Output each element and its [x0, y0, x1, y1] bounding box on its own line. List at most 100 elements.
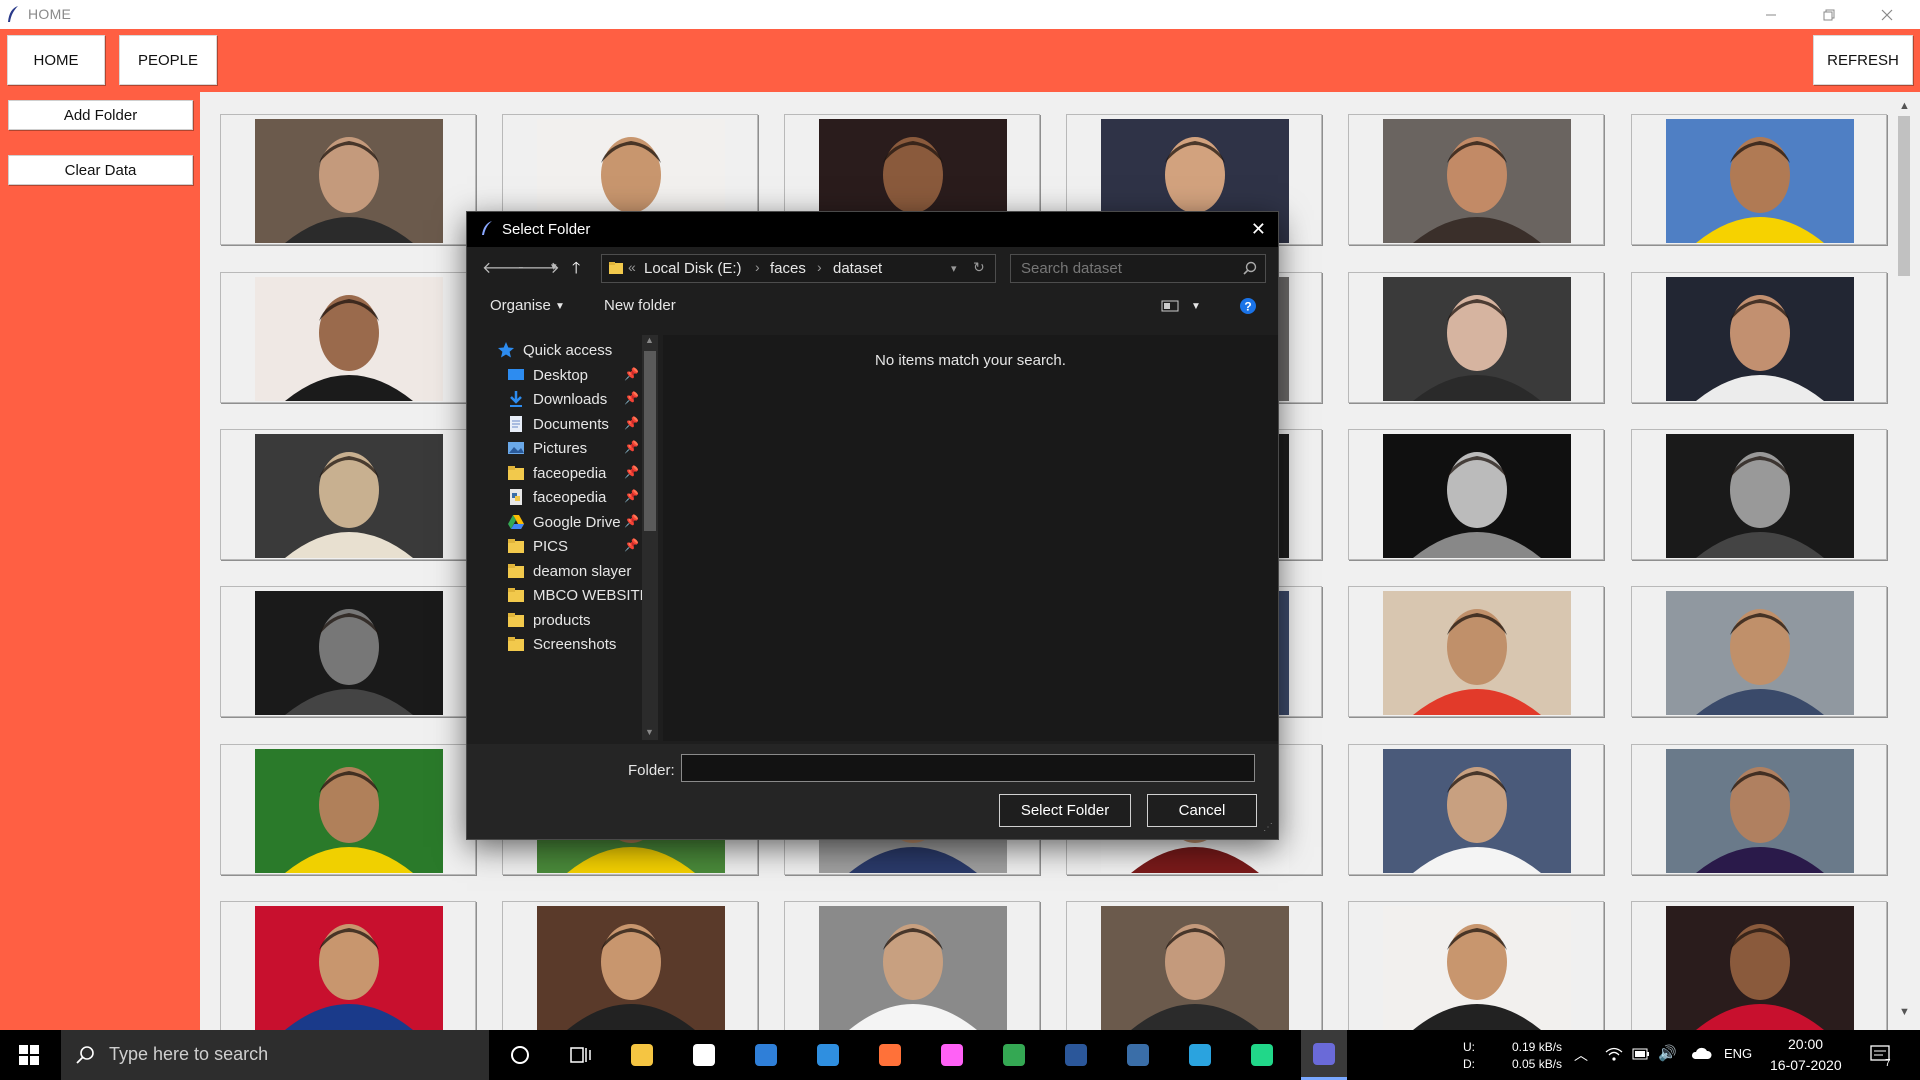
scrollbar-thumb[interactable]: [1898, 116, 1910, 276]
photo-tile[interactable]: [1348, 429, 1604, 560]
input-language[interactable]: ENG: [1724, 1046, 1752, 1061]
net-upload-speed: 0.19 kB/s: [1512, 1040, 1563, 1054]
clock-time[interactable]: 20:00: [1788, 1036, 1823, 1052]
pycharm-icon[interactable]: [1247, 1040, 1277, 1070]
photo-tile[interactable]: [1631, 586, 1887, 717]
people-button[interactable]: PEOPLE: [119, 35, 217, 85]
chrome-icon[interactable]: [999, 1040, 1029, 1070]
view-chevron-down-icon[interactable]: ▼: [1191, 301, 1201, 312]
photo-tile[interactable]: [1348, 901, 1604, 1030]
restore-icon: [1823, 9, 1835, 20]
refresh-icon[interactable]: ↻: [973, 259, 985, 276]
photo-tile[interactable]: [502, 901, 758, 1030]
firefox-icon[interactable]: [875, 1040, 905, 1070]
sandbox-icon[interactable]: [1123, 1040, 1153, 1070]
face-photo: [1383, 277, 1571, 401]
recent-chevron-down-icon[interactable]: ▾: [551, 260, 557, 273]
photo-tile[interactable]: [1631, 901, 1887, 1030]
top-nav-bar: HOME PEOPLE REFRESH: [0, 29, 1920, 92]
telegram-icon[interactable]: [1185, 1040, 1215, 1070]
adobe-xd-icon[interactable]: [937, 1040, 967, 1070]
breadcrumb-faces[interactable]: faces: [770, 260, 806, 277]
photo-tile[interactable]: [220, 114, 476, 245]
folder-icon: [609, 262, 623, 274]
breadcrumb-local-disk[interactable]: Local Disk (E:): [644, 260, 742, 277]
edge-icon[interactable]: [813, 1040, 843, 1070]
nav-scroll-down-icon[interactable]: ▼: [645, 727, 654, 737]
refresh-button[interactable]: REFRESH: [1813, 35, 1913, 85]
resize-grip-icon[interactable]: ⋰: [1263, 822, 1273, 833]
face-photo: [1383, 906, 1571, 1030]
file-explorer-icon[interactable]: [627, 1040, 657, 1070]
mail-icon[interactable]: [751, 1040, 781, 1070]
photo-tile[interactable]: [1631, 429, 1887, 560]
breadcrumb-overflow[interactable]: «: [628, 259, 636, 275]
nav-scroll-up-icon[interactable]: ▲: [645, 335, 654, 345]
clear-data-button[interactable]: Clear Data: [8, 155, 193, 185]
file-list-pane[interactable]: No items match your search.: [663, 335, 1278, 741]
view-options-icon[interactable]: [1161, 299, 1179, 313]
nav-item-label: Quick access: [523, 342, 613, 359]
word-icon[interactable]: [1061, 1040, 1091, 1070]
face-photo: [537, 906, 725, 1030]
breadcrumb-dataset[interactable]: dataset: [833, 260, 882, 277]
photo-tile[interactable]: [220, 586, 476, 717]
dialog-close-icon[interactable]: ✕: [1251, 219, 1266, 240]
wifi-icon[interactable]: [1605, 1046, 1623, 1062]
photo-tile[interactable]: [1631, 114, 1887, 245]
address-dropdown-chevron-icon[interactable]: ▾: [951, 262, 957, 275]
photo-tile[interactable]: [1631, 272, 1887, 403]
dialog-search-box[interactable]: Search dataset: [1010, 254, 1266, 283]
net-download-label: D:: [1463, 1057, 1475, 1071]
tkinter-feather-icon[interactable]: [1301, 1030, 1347, 1080]
restore-button[interactable]: [1806, 0, 1852, 29]
address-bar[interactable]: « Local Disk (E:) › faces › dataset ▾ ↻: [601, 254, 996, 283]
photo-tile[interactable]: [1066, 901, 1322, 1030]
organise-menu[interactable]: Organise: [490, 297, 551, 314]
up-arrow-icon[interactable]: 🡑: [572, 257, 580, 284]
help-icon[interactable]: ?: [1239, 297, 1257, 315]
nav-item[interactable]: Screenshots: [467, 631, 647, 659]
photo-tile[interactable]: [1348, 114, 1604, 245]
face-photo: [255, 434, 443, 558]
photo-tile[interactable]: [220, 272, 476, 403]
cancel-button[interactable]: Cancel: [1147, 794, 1257, 827]
volume-icon[interactable]: 🔊: [1658, 1044, 1677, 1062]
folder-icon: [508, 539, 524, 553]
window-titlebar: HOME: [0, 0, 1920, 30]
gallery-scrollbar[interactable]: ▲ ▼: [1893, 92, 1920, 1030]
photo-tile[interactable]: [1631, 744, 1887, 875]
organise-chevron-down-icon: ▼: [555, 301, 565, 312]
photo-tile[interactable]: [1348, 586, 1604, 717]
close-window-button[interactable]: [1864, 0, 1910, 29]
photo-tile[interactable]: [1348, 744, 1604, 875]
minimize-button[interactable]: [1748, 0, 1794, 29]
photo-tile[interactable]: [220, 429, 476, 560]
folder-name-input[interactable]: [681, 754, 1255, 782]
photo-tile[interactable]: [220, 901, 476, 1030]
store-icon[interactable]: [689, 1040, 719, 1070]
documents-icon: [510, 415, 522, 432]
show-hidden-icons-chevron-icon[interactable]: ︿: [1574, 1045, 1588, 1065]
select-folder-button[interactable]: Select Folder: [999, 794, 1131, 827]
photo-tile[interactable]: [1348, 272, 1604, 403]
scroll-down-arrow-icon[interactable]: ▼: [1899, 1006, 1910, 1018]
battery-icon[interactable]: [1632, 1048, 1650, 1060]
windows-start-icon[interactable]: [19, 1045, 39, 1065]
navigation-pane-scrollbar[interactable]: ▲ ▼: [642, 335, 658, 740]
new-folder-button[interactable]: New folder: [604, 297, 676, 314]
face-photo: [1666, 591, 1854, 715]
photo-tile[interactable]: [220, 744, 476, 875]
add-folder-button[interactable]: Add Folder: [8, 100, 193, 130]
taskbar-search-box[interactable]: Type here to search: [61, 1030, 489, 1080]
nav-scroll-thumb[interactable]: [644, 351, 656, 531]
photo-tile[interactable]: [784, 901, 1040, 1030]
task-view-icon[interactable]: [566, 1040, 596, 1070]
home-button[interactable]: HOME: [7, 35, 105, 85]
face-photo: [1666, 906, 1854, 1030]
clock-date[interactable]: 16-07-2020: [1770, 1057, 1842, 1073]
dialog-footer: Folder: Select Folder Cancel ⋰: [467, 744, 1278, 839]
cortana-icon[interactable]: [505, 1040, 535, 1070]
scroll-up-arrow-icon[interactable]: ▲: [1899, 100, 1910, 112]
onedrive-cloud-icon[interactable]: [1690, 1045, 1712, 1061]
